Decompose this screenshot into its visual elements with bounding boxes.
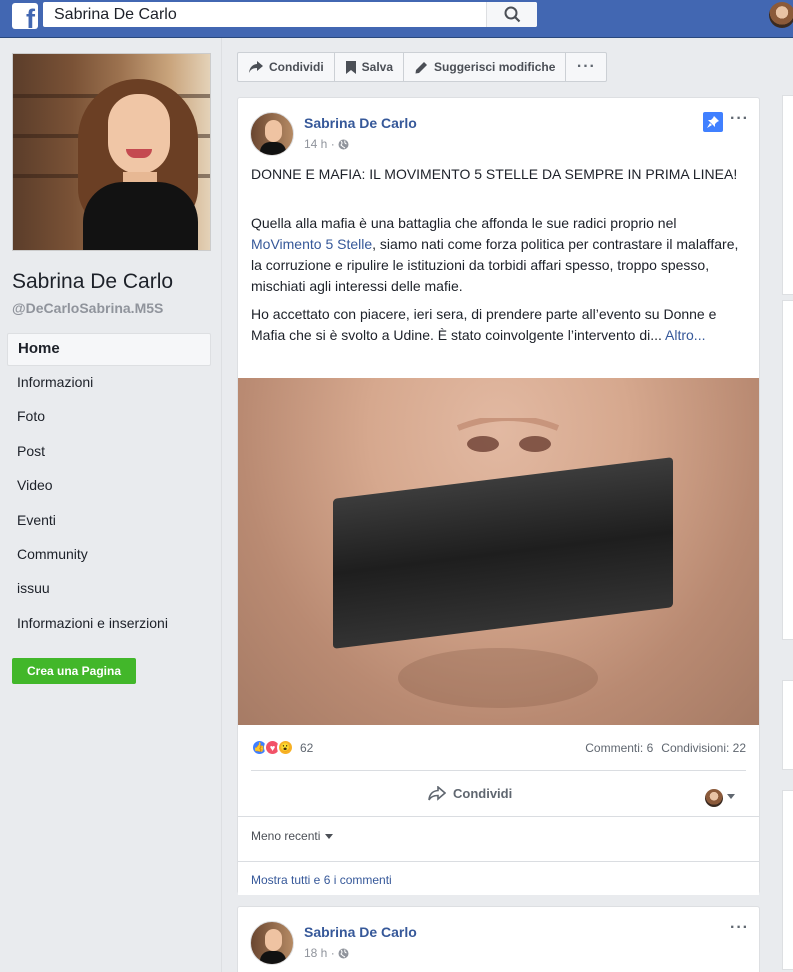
sort-caret-icon <box>325 833 334 839</box>
right-column-card <box>782 790 793 970</box>
globe-icon <box>338 139 349 149</box>
search-input[interactable]: Sabrina De Carlo <box>54 6 177 24</box>
chevron-down-icon[interactable] <box>727 794 735 799</box>
page-action-bar: Condividi Salva Suggerisci modifiche ··· <box>237 52 608 82</box>
post-timestamp[interactable]: 18 h · <box>304 946 335 960</box>
post-share-button[interactable]: Condividi <box>428 786 512 801</box>
comments-section: Meno recenti Mostra tutti e 6 i commenti <box>238 816 759 895</box>
post-author-name[interactable]: Sabrina De Carlo <box>304 115 417 131</box>
share-as-avatar[interactable] <box>705 789 723 807</box>
post-photo[interactable] <box>238 378 759 725</box>
right-column-card <box>782 680 793 770</box>
post-divider <box>251 770 746 771</box>
post-paragraph-1: Quella alla mafia è una battaglia che af… <box>251 213 746 297</box>
page-navigation: Home Informazioni Foto Post Video Eventi… <box>7 333 211 641</box>
show-all-comments-link[interactable]: Mostra tutti e 6 i commenti <box>251 873 392 887</box>
share-icon <box>249 61 263 73</box>
duct-tape <box>333 457 673 649</box>
photo-face <box>108 94 170 174</box>
bookmark-icon <box>345 60 356 74</box>
search-icon <box>504 6 521 23</box>
page-name[interactable]: Sabrina De Carlo <box>12 270 173 294</box>
post-options-button[interactable]: ··· <box>730 110 749 128</box>
post-paragraph-2: Ho accettato con piacere, ieri sera, di … <box>251 304 746 346</box>
suggest-edits-button[interactable]: Suggerisci modifiche <box>404 53 567 81</box>
facebook-logo-glyph: f <box>26 4 35 29</box>
post-headline: DONNE E MAFIA: IL MOVIMENTO 5 STELLE DA … <box>251 166 738 182</box>
left-column: Sabrina De Carlo @DeCarloSabrina.M5S Hom… <box>0 38 222 972</box>
page-handle[interactable]: @DeCarloSabrina.M5S <box>12 300 163 316</box>
right-column-card <box>782 300 793 640</box>
nav-item-informazioni[interactable]: Informazioni <box>7 366 211 400</box>
post-stats: Commenti: 6 Condivisioni: 22 <box>585 741 746 755</box>
post-author-avatar[interactable] <box>250 921 294 965</box>
post-author-avatar[interactable] <box>250 112 294 156</box>
comments-count[interactable]: Commenti: 6 <box>585 741 653 755</box>
post-meta: 14 h · <box>304 137 349 151</box>
suggest-edits-label: Suggerisci modifiche <box>434 60 556 74</box>
post-meta: 18 h · <box>304 946 349 960</box>
create-page-button[interactable]: Crea una Pagina <box>12 658 136 684</box>
search-button[interactable] <box>486 2 537 27</box>
comments-divider <box>238 861 759 862</box>
nav-item-post[interactable]: Post <box>7 435 211 469</box>
post-share-row: Condividi <box>238 782 759 812</box>
search-bar[interactable]: Sabrina De Carlo <box>43 2 537 27</box>
share-arrow-icon <box>428 786 446 801</box>
nav-item-foto[interactable]: Foto <box>7 400 211 434</box>
movimento-link[interactable]: MoVimento 5 Stelle <box>251 236 372 252</box>
nav-item-video[interactable]: Video <box>7 469 211 503</box>
nav-item-home[interactable]: Home <box>7 333 211 366</box>
reaction-count[interactable]: 62 <box>300 741 313 755</box>
user-avatar[interactable] <box>769 2 793 28</box>
nav-item-eventi[interactable]: Eventi <box>7 504 211 538</box>
post-options-button[interactable]: ··· <box>730 919 749 937</box>
nav-item-issuu[interactable]: issuu <box>7 572 211 606</box>
comment-sort-label: Meno recenti <box>251 829 321 843</box>
pencil-icon <box>415 61 428 73</box>
top-navigation-bar: f Sabrina De Carlo <box>0 0 793 38</box>
share-page-label: Condividi <box>269 60 324 74</box>
post-share-label: Condividi <box>453 786 513 801</box>
pin-icon <box>707 116 719 128</box>
comment-sort-dropdown[interactable]: Meno recenti <box>251 829 334 843</box>
post-card: Sabrina De Carlo 14 h · ··· DONNE E MAFI… <box>237 97 760 895</box>
pinned-post-badge <box>703 112 723 132</box>
save-page-label: Salva <box>361 60 394 74</box>
globe-icon <box>338 948 349 958</box>
nav-item-informazioni-e-inserzioni[interactable]: Informazioni e inserzioni <box>7 607 211 641</box>
chin-shadow <box>398 648 598 708</box>
post-author-name[interactable]: Sabrina De Carlo <box>304 924 417 940</box>
post-paragraph-2-text: Ho accettato con piacere, ieri sera, di … <box>251 306 717 343</box>
post-card: Sabrina De Carlo 18 h · ··· <box>237 906 760 972</box>
post-paragraph-1-text-a: Quella alla mafia è una battaglia che af… <box>251 215 677 231</box>
wow-reaction-icon: 😮 <box>277 739 294 756</box>
share-page-button[interactable]: Condividi <box>238 53 335 81</box>
shares-count[interactable]: Condivisioni: 22 <box>661 741 746 755</box>
facebook-logo-icon[interactable]: f <box>12 3 38 29</box>
reactions-summary[interactable]: 👍 ♥ 😮 62 <box>251 739 313 756</box>
more-options-button[interactable]: ··· <box>566 53 606 81</box>
profile-photo[interactable] <box>12 53 211 251</box>
right-column-card <box>782 95 793 295</box>
photo-dress <box>83 182 198 250</box>
nav-item-community[interactable]: Community <box>7 538 211 572</box>
save-page-button[interactable]: Salva <box>335 53 405 81</box>
see-more-link[interactable]: Altro... <box>665 327 705 343</box>
nose-shape <box>456 418 560 452</box>
post-timestamp[interactable]: 14 h · <box>304 137 335 151</box>
